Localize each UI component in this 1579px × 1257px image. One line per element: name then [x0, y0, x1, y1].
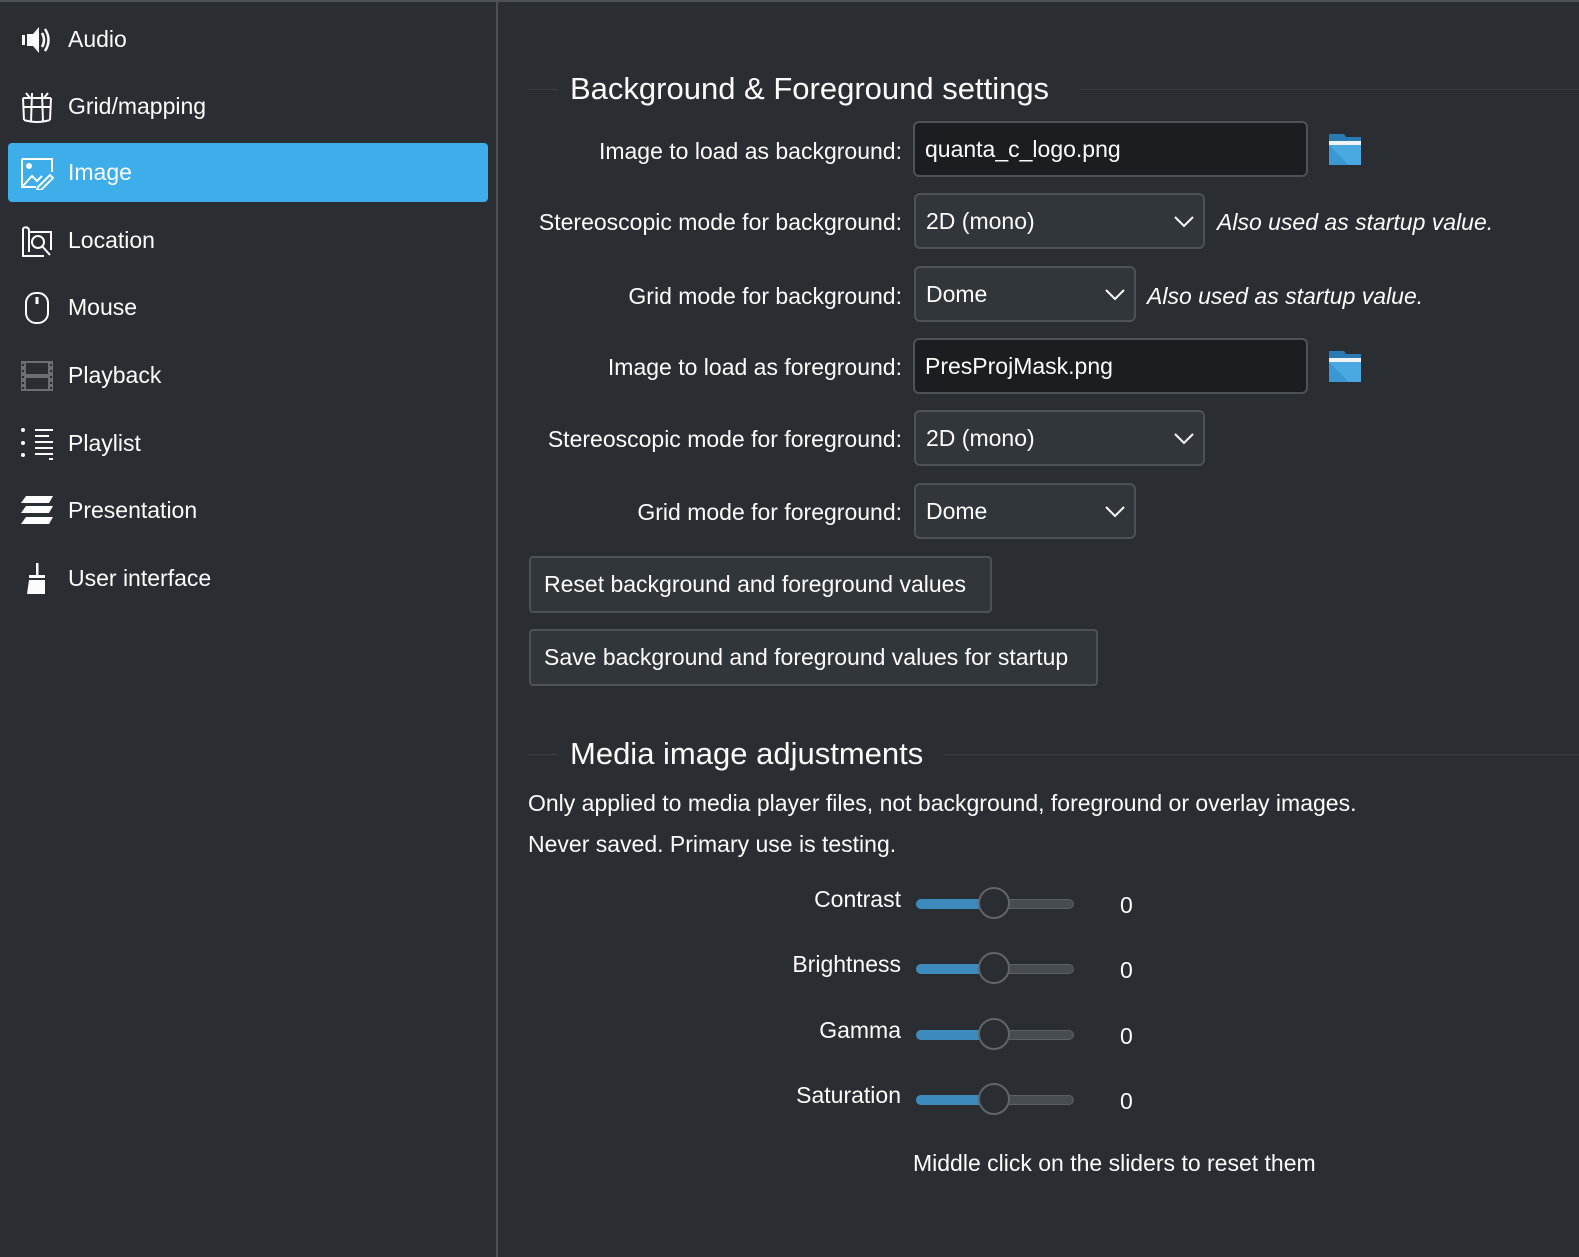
bg-grid-label: Grid mode for background:: [628, 283, 902, 309]
slider-handle[interactable]: [978, 1018, 1010, 1050]
sidebar-item-mouse[interactable]: Mouse: [8, 278, 488, 337]
map-search-icon: [20, 224, 54, 258]
media-description-1: Only applied to media player files, not …: [528, 790, 1357, 816]
combo-value: Dome: [926, 280, 988, 307]
saturation-value: 0: [1120, 1088, 1133, 1114]
fg-image-label: Image to load as foreground:: [607, 354, 902, 380]
sidebar-item-label: Location: [68, 227, 155, 253]
sidebar-item-grid-mapping[interactable]: Grid/mapping: [8, 77, 488, 136]
sidebar-item-label: User interface: [68, 565, 212, 591]
sidebar-item-playlist[interactable]: Playlist: [8, 414, 488, 473]
combo-value: 2D (mono): [926, 207, 1035, 234]
combo-value: Dome: [926, 497, 988, 524]
saturation-label: Saturation: [796, 1082, 901, 1108]
film-strip-icon: [20, 359, 54, 393]
sidebar-item-label: Playlist: [68, 430, 141, 456]
playlist-icon: [20, 427, 54, 461]
group-frame-line: [944, 754, 1579, 755]
bg-stereo-hint: Also used as startup value.: [1217, 209, 1494, 235]
fg-browse-folder-icon[interactable]: [1329, 351, 1363, 385]
sidebar: Audio Grid/mapping Image Location Mouse …: [0, 2, 496, 1257]
sidebar-item-presentation[interactable]: Presentation: [8, 481, 488, 540]
sidebar-item-audio[interactable]: Audio: [8, 10, 488, 69]
group-frame-line: [1080, 89, 1579, 90]
chevron-down-icon: [1105, 506, 1125, 518]
fg-stereo-label: Stereoscopic mode for foreground:: [547, 426, 902, 452]
slider-reset-hint: Middle click on the sliders to reset the…: [913, 1150, 1316, 1176]
bg-stereo-combo[interactable]: 2D (mono): [914, 193, 1205, 249]
contrast-value: 0: [1120, 892, 1133, 918]
combo-value: 2D (mono): [926, 424, 1035, 451]
brightness-value: 0: [1120, 957, 1133, 983]
gamma-label: Gamma: [819, 1017, 901, 1043]
sidebar-item-label: Grid/mapping: [68, 93, 207, 119]
slider-handle[interactable]: [978, 952, 1010, 984]
bg-browse-folder-icon[interactable]: [1329, 134, 1363, 168]
fg-image-field[interactable]: PresProjMask.png: [913, 338, 1308, 394]
group-frame-line: [528, 89, 558, 90]
bg-image-field[interactable]: quanta_c_logo.png: [913, 121, 1308, 177]
sidebar-item-label: Presentation: [68, 497, 198, 523]
layers-icon: [20, 494, 54, 528]
speaker-icon: [20, 23, 54, 57]
save-startup-values-button[interactable]: Save background and foreground values fo…: [529, 629, 1098, 686]
chevron-down-icon: [1174, 433, 1194, 445]
image-edit-icon: [20, 156, 54, 190]
group-frame-line: [528, 754, 558, 755]
brightness-slider[interactable]: [916, 952, 1074, 988]
chevron-down-icon: [1105, 289, 1125, 301]
sidebar-item-image[interactable]: Image: [8, 143, 488, 202]
sidebar-item-label: Playback: [68, 362, 162, 388]
bg-image-label: Image to load as background:: [598, 138, 902, 164]
reset-values-button[interactable]: Reset background and foreground values: [529, 556, 992, 613]
bg-grid-hint: Also used as startup value.: [1147, 283, 1424, 309]
bg-grid-combo[interactable]: Dome: [914, 266, 1136, 322]
media-description-2: Never saved. Primary use is testing.: [528, 831, 897, 857]
contrast-slider[interactable]: [916, 887, 1074, 923]
brightness-label: Brightness: [792, 951, 901, 977]
bg-stereo-label: Stereoscopic mode for background:: [538, 209, 902, 235]
chevron-down-icon: [1174, 216, 1194, 228]
fg-stereo-combo[interactable]: 2D (mono): [914, 410, 1205, 466]
dome-grid-icon: [20, 90, 54, 124]
gamma-value: 0: [1120, 1023, 1133, 1049]
contrast-label: Contrast: [814, 886, 901, 912]
sidebar-item-user-interface[interactable]: User interface: [8, 549, 488, 608]
sidebar-divider: [496, 2, 498, 1257]
sidebar-item-label: Audio: [68, 26, 127, 52]
gamma-slider[interactable]: [916, 1018, 1074, 1054]
sidebar-item-location[interactable]: Location: [8, 211, 488, 270]
bg-fg-group-title: Background & Foreground settings: [570, 71, 1050, 106]
saturation-slider[interactable]: [916, 1083, 1074, 1119]
slider-handle[interactable]: [978, 887, 1010, 919]
slider-handle[interactable]: [978, 1083, 1010, 1115]
fg-grid-combo[interactable]: Dome: [914, 483, 1136, 539]
fg-grid-label: Grid mode for foreground:: [637, 499, 902, 525]
sidebar-item-label: Image: [68, 159, 132, 185]
mouse-icon: [20, 291, 54, 325]
media-group-title: Media image adjustments: [570, 736, 924, 771]
sidebar-item-playback[interactable]: Playback: [8, 346, 488, 405]
sidebar-item-label: Mouse: [68, 294, 138, 320]
paint-brush-icon: [20, 562, 54, 596]
